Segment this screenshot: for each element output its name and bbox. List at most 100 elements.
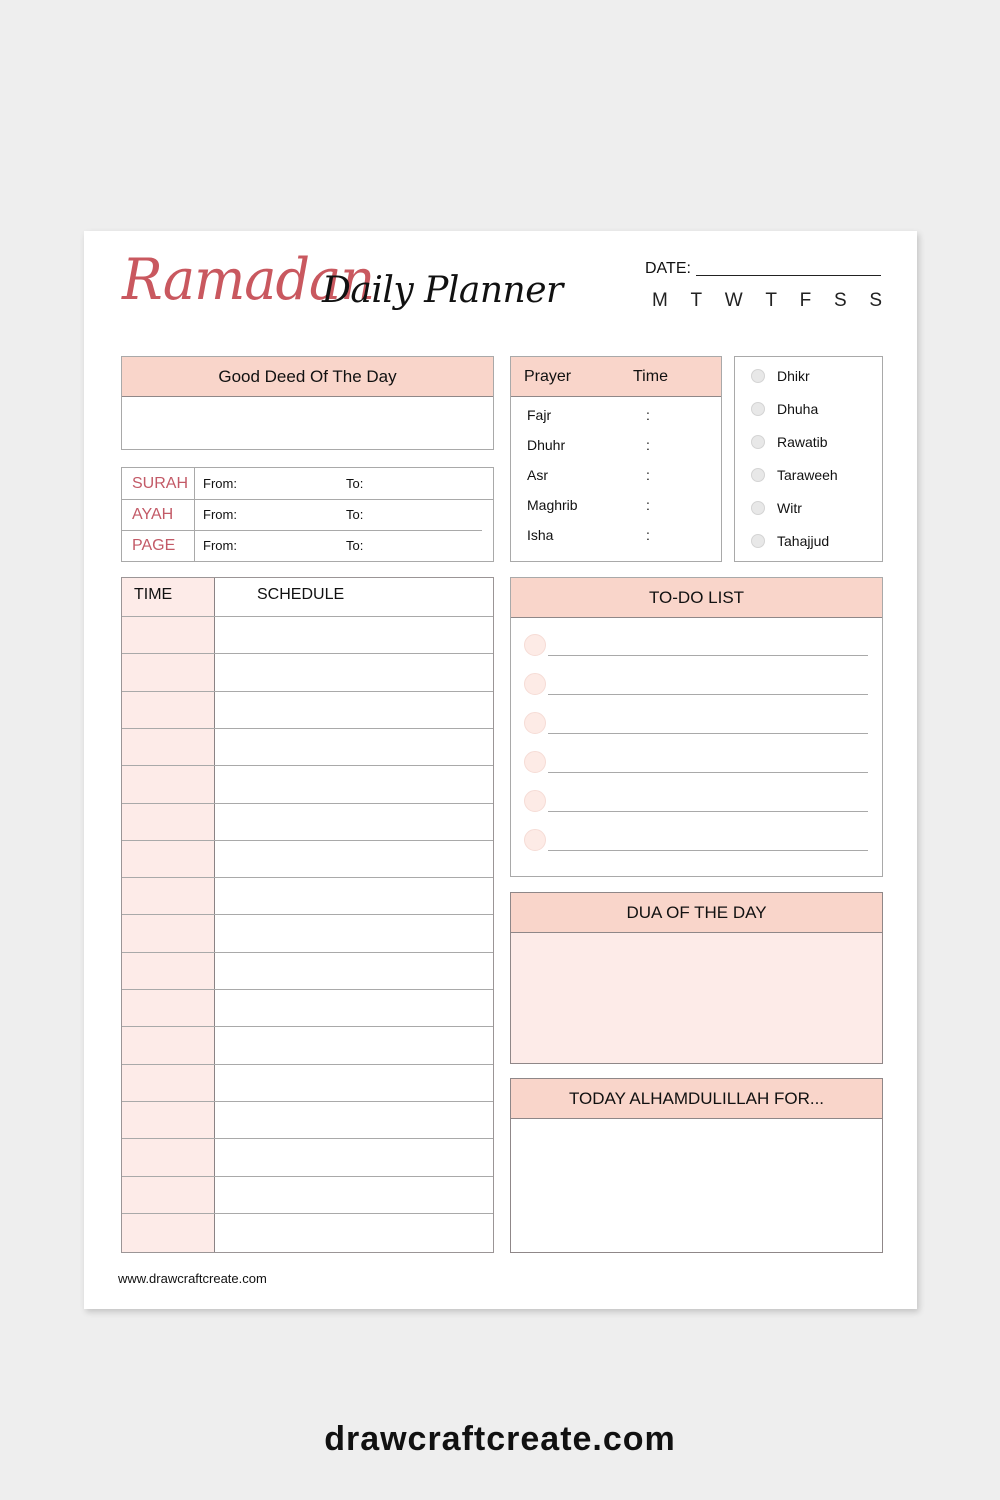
checklist-item[interactable]: Dhikr [751,368,810,384]
dua-field[interactable] [511,933,882,1061]
checklist-item[interactable]: Dhuha [751,401,818,417]
to-field[interactable]: To: [346,507,363,522]
prayer-time-field[interactable]: : [646,527,650,543]
schedule-time-cell[interactable] [122,1064,215,1101]
schedule-time-cell[interactable] [122,914,215,951]
schedule-entry-cell[interactable] [216,1064,493,1101]
schedule-entry-cell[interactable] [216,653,493,690]
schedule-time-cell[interactable] [122,1026,215,1063]
schedule-time-cell[interactable] [122,1213,215,1250]
todo-item-line[interactable] [548,772,868,773]
schedule-entry-cell[interactable] [216,1101,493,1138]
checklist-item[interactable]: Witr [751,500,802,516]
weekday-sat[interactable]: S [834,290,847,312]
todo-list-box: TO-DO LIST [510,577,883,877]
schedule-time-cell[interactable] [122,989,215,1026]
quran-reading-box: SURAH From: To: AYAH From: To: PAGE From… [121,467,494,562]
todo-item-line[interactable] [548,811,868,812]
schedule-entry-cell[interactable] [216,616,493,653]
schedule-time-cell[interactable] [122,1176,215,1213]
reading-row-ayah: AYAH From: To: [122,499,493,530]
schedule-time-cell[interactable] [122,803,215,840]
prayer-time-field[interactable]: : [646,497,650,513]
schedule-entry-cell[interactable] [216,989,493,1026]
from-field[interactable]: From: [203,507,237,522]
schedule-time-cell[interactable] [122,728,215,765]
checklist-label: Tahajjud [777,533,830,549]
todo-checkbox-circle-icon[interactable] [524,712,546,734]
from-field[interactable]: From: [203,476,237,491]
todo-item-line[interactable] [548,694,868,695]
schedule-time-cell[interactable] [122,765,215,802]
gratitude-box: TODAY ALHAMDULILLAH FOR... [510,1078,883,1253]
todo-item-line[interactable] [548,850,868,851]
schedule-entry-cell[interactable] [216,1213,493,1250]
checklist-item[interactable]: Taraweeh [751,467,838,483]
schedule-time-cell[interactable] [122,877,215,914]
todo-checkbox-circle-icon[interactable] [524,751,546,773]
good-deed-field[interactable] [122,397,493,447]
todo-item-line[interactable] [548,655,868,656]
weekday-mon[interactable]: M [652,290,668,312]
from-field[interactable]: From: [203,538,237,553]
gratitude-field[interactable] [511,1119,882,1250]
schedule-time-cell[interactable] [122,691,215,728]
schedule-time-cell[interactable] [122,1101,215,1138]
schedule-entry-cell[interactable] [216,914,493,951]
checkbox-circle-icon[interactable] [751,402,765,416]
checkbox-circle-icon[interactable] [751,468,765,482]
prayer-name: Dhuhr [527,437,566,453]
weekday-sun[interactable]: S [869,290,882,312]
weekday-fri[interactable]: F [800,290,812,312]
gratitude-header: TODAY ALHAMDULILLAH FOR... [511,1079,882,1119]
checklist-item[interactable]: Tahajjud [751,533,829,549]
schedule-time-cell[interactable] [122,653,215,690]
schedule-entry-cell[interactable] [216,1026,493,1063]
schedule-entry-cell[interactable] [216,952,493,989]
schedule-entry-cell[interactable] [216,728,493,765]
weekday-wed[interactable]: W [725,290,743,312]
checkbox-circle-icon[interactable] [751,534,765,548]
weekday-thu[interactable]: T [765,290,777,312]
weekday-selector: M T W T F S S [652,290,882,312]
todo-checkbox-circle-icon[interactable] [524,790,546,812]
checkbox-circle-icon[interactable] [751,501,765,515]
date-label: DATE: [645,260,691,277]
todo-checkbox-circle-icon[interactable] [524,673,546,695]
schedule-entry-cell[interactable] [216,803,493,840]
schedule-entry-cell[interactable] [216,1176,493,1213]
todo-checkbox-circle-icon[interactable] [524,634,546,656]
schedule-time-cell[interactable] [122,1138,215,1175]
to-field[interactable]: To: [346,538,363,553]
prayer-name: Fajr [527,407,552,423]
schedule-time-cell[interactable] [122,952,215,989]
dua-of-the-day-box: DUA OF THE DAY [510,892,883,1064]
todo-checkbox-circle-icon[interactable] [524,829,546,851]
weekday-tue[interactable]: T [691,290,703,312]
prayer-time-field[interactable]: : [646,467,650,483]
prayer-column-label: Prayer [524,367,572,385]
prayer-header: Prayer Time [511,357,721,397]
checklist-label: Dhuha [777,401,819,417]
schedule-entry-cell[interactable] [216,1138,493,1175]
title-daily-planner: Daily Planner [322,270,563,311]
time-column-label: Time [633,367,668,385]
prayer-time-field[interactable]: : [646,407,650,423]
schedule-entry-cell[interactable] [216,691,493,728]
prayer-name: Isha [527,527,554,543]
schedule-entry-cell[interactable] [216,765,493,802]
checkbox-circle-icon[interactable] [751,369,765,383]
checklist-label: Rawatib [777,434,828,450]
checklist-item[interactable]: Rawatib [751,434,828,450]
schedule-time-cell[interactable] [122,840,215,877]
date-input-line[interactable] [696,275,881,276]
checkbox-circle-icon[interactable] [751,435,765,449]
schedule-entry-cell[interactable] [216,877,493,914]
reading-row-surah: SURAH From: To: [122,468,493,499]
schedule-time-cell[interactable] [122,616,215,653]
todo-item-line[interactable] [548,733,868,734]
prayer-time-field[interactable]: : [646,437,650,453]
schedule-entry-cell[interactable] [216,840,493,877]
schedule-column-header: SCHEDULE [257,586,345,603]
to-field[interactable]: To: [346,476,363,491]
